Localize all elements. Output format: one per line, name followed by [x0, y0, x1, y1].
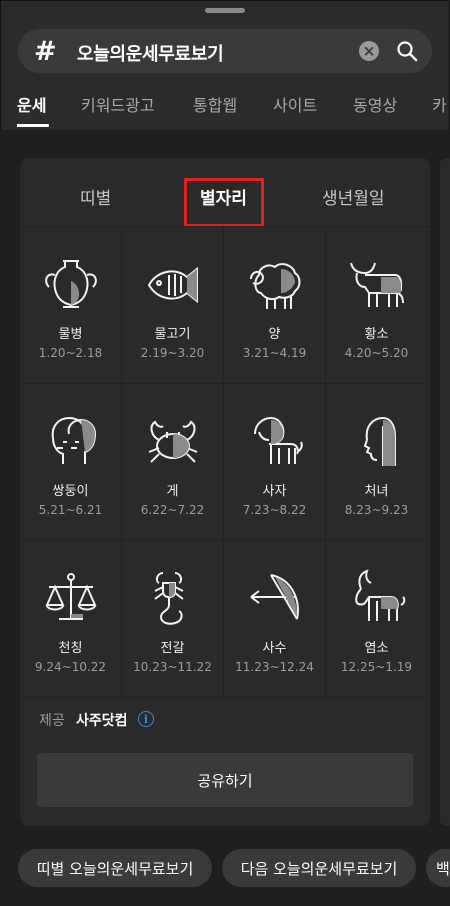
sagittarius-bow-icon: [249, 574, 299, 620]
scorpio-scorpion-icon: [153, 572, 184, 625]
taurus-bull-icon: [349, 262, 404, 307]
sign-name: 황소: [364, 327, 389, 342]
sign-name: 쌍둥이: [52, 484, 89, 499]
libra-scales-icon: [44, 573, 97, 620]
subtab-birthdate[interactable]: 생년월일: [322, 184, 385, 209]
search-bar[interactable]: # 오늘의운세무료보기 ×: [18, 29, 432, 73]
sign-date: 5.21~6.21: [38, 503, 103, 517]
sign-name: 사수: [262, 641, 287, 656]
sign-date: 11.23~12.24: [235, 660, 314, 674]
tab-keyword-ads[interactable]: 키워드광고: [81, 92, 155, 116]
pisces-fish-icon: [147, 266, 198, 304]
zodiac-cell[interactable]: 염소 12.25~1.19: [326, 541, 428, 698]
zodiac-cell[interactable]: 쌍둥이 5.21~6.21: [20, 384, 122, 541]
zodiac-grid: 물병 1.20~2.18 물고기 2.19~3.20 양 3.21~4.19 황…: [20, 226, 430, 699]
sign-name: 천칭: [58, 641, 83, 656]
sign-name: 양: [268, 327, 281, 342]
provider-label: 제공: [39, 713, 65, 729]
sign-date: 10.23~11.22: [133, 660, 212, 674]
sign-date: 12.25~1.19: [340, 660, 413, 674]
sign-date: 4.20~5.20: [344, 346, 409, 360]
horoscope-card: 띠별 별자리 생년월일 물병 1.20~2.18 물고기 2.19~3.20 양…: [20, 158, 430, 826]
sign-name: 물고기: [154, 327, 191, 342]
virgo-maiden-icon: [363, 416, 396, 466]
capricorn-goat-icon: [354, 569, 405, 621]
tab-videos[interactable]: 동영상: [353, 92, 397, 116]
highlight-annotation: [184, 178, 264, 227]
zodiac-cell[interactable]: 양 3.21~4.19: [224, 227, 326, 384]
zodiac-cell[interactable]: 전갈 10.23~11.22: [122, 541, 224, 698]
next-card-edge[interactable]: [440, 158, 450, 826]
sign-date: 1.20~2.18: [38, 346, 103, 360]
related-search-chip[interactable]: 띠별 오늘의운세무료보기: [18, 849, 212, 887]
sign-date: 8.23~9.23: [344, 503, 409, 517]
tab-more[interactable]: 카: [432, 92, 447, 116]
sign-name: 전갈: [160, 641, 185, 656]
leo-lion-icon: [253, 416, 303, 464]
sign-name: 처녀: [364, 484, 389, 499]
info-icon[interactable]: i: [138, 711, 154, 727]
sign-name: 게: [166, 484, 179, 499]
tab-sites[interactable]: 사이트: [273, 92, 317, 116]
cancer-crab-icon: [148, 420, 197, 463]
hashtag-icon: #: [34, 36, 57, 67]
sign-date: 3.21~4.19: [242, 346, 307, 360]
search-tabs: 운세 키워드광고 통합웹 사이트 동영상 카: [0, 84, 450, 130]
sign-date: 9.24~10.22: [34, 660, 107, 674]
sign-date: 7.23~8.22: [242, 503, 307, 517]
zodiac-cell[interactable]: 게 6.22~7.22: [122, 384, 224, 541]
active-tab-indicator: [17, 124, 49, 127]
zodiac-cell[interactable]: 천칭 9.24~10.22: [20, 541, 122, 698]
sign-name: 사자: [262, 484, 287, 499]
related-search-chip[interactable]: 다음 오늘의운세무료보기: [222, 849, 416, 887]
sign-name: 물병: [58, 327, 83, 342]
zodiac-cell[interactable]: 사수 11.23~12.24: [224, 541, 326, 698]
gemini-twins-icon: [51, 416, 96, 464]
search-input[interactable]: 오늘의운세무료보기: [77, 40, 224, 66]
share-button[interactable]: 공유하기: [37, 753, 413, 807]
zodiac-cell[interactable]: 물병 1.20~2.18: [20, 227, 122, 384]
aquarius-vase-icon: [44, 260, 97, 308]
zodiac-cell[interactable]: 황소 4.20~5.20: [326, 227, 428, 384]
provider-name[interactable]: 사주닷컴: [76, 710, 128, 730]
sign-date: 2.19~3.20: [140, 346, 205, 360]
tab-web[interactable]: 통합웹: [193, 92, 237, 116]
sign-name: 염소: [364, 641, 389, 656]
zodiac-cell[interactable]: 물고기 2.19~3.20: [122, 227, 224, 384]
clear-icon[interactable]: ×: [359, 41, 379, 61]
search-icon[interactable]: [395, 39, 419, 63]
aries-sheep-icon: [249, 263, 300, 309]
drag-handle[interactable]: [205, 8, 245, 13]
sign-date: 6.22~7.22: [140, 503, 205, 517]
tab-fortune[interactable]: 운세: [17, 92, 46, 116]
subtab-zodiac-animal[interactable]: 띠별: [80, 184, 111, 209]
zodiac-cell[interactable]: 사자 7.23~8.22: [224, 384, 326, 541]
zodiac-cell[interactable]: 처녀 8.23~9.23: [326, 384, 428, 541]
